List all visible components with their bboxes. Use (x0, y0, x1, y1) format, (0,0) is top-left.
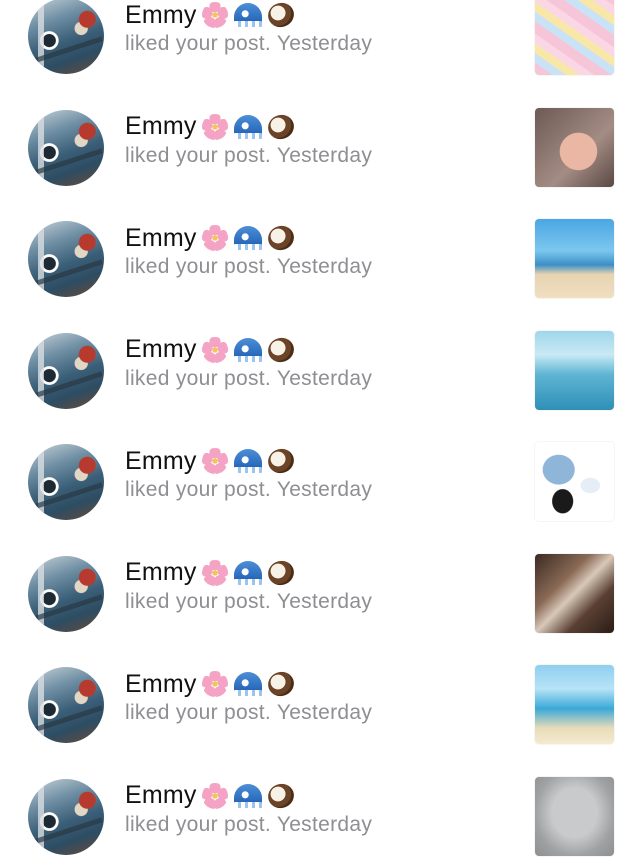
timestamp: Yesterday (277, 813, 372, 836)
avatar[interactable] (28, 556, 104, 632)
flower-icon (200, 558, 230, 588)
notification-row[interactable]: Emmy liked your post. Yesterday (0, 0, 640, 88)
post-thumbnail[interactable] (535, 219, 614, 298)
coconut-icon (266, 669, 296, 699)
timestamp: Yesterday (277, 478, 372, 501)
name-line: Emmy (125, 780, 296, 812)
post-thumbnail[interactable] (535, 554, 614, 633)
post-thumbnail[interactable] (535, 0, 614, 75)
coconut-icon (266, 558, 296, 588)
timestamp: Yesterday (277, 701, 372, 724)
action-text: liked your post. (125, 590, 271, 613)
name-line: Emmy (125, 222, 296, 254)
coconut-icon (266, 112, 296, 142)
name-line: Emmy (125, 557, 296, 589)
flower-icon (200, 446, 230, 476)
name-line: Emmy (125, 0, 296, 31)
action-text: liked your post. (125, 478, 271, 501)
user-name[interactable]: Emmy (125, 224, 197, 253)
avatar[interactable] (28, 333, 104, 409)
notification-text: liked your post. Yesterday (125, 255, 372, 279)
wave-icon (233, 223, 263, 253)
notification-row[interactable]: Emmy liked your post. Yesterday (0, 88, 640, 200)
post-thumbnail[interactable] (535, 665, 614, 744)
notification-row[interactable]: Emmy liked your post. Yesterday (0, 199, 640, 311)
notification-text: liked your post. Yesterday (125, 590, 372, 614)
user-name[interactable]: Emmy (125, 335, 197, 364)
action-text: liked your post. (125, 144, 271, 167)
coconut-icon (266, 223, 296, 253)
notification-row[interactable]: Emmy liked your post. Yesterday (0, 422, 640, 534)
notification-text: liked your post. Yesterday (125, 144, 372, 168)
notification-text: liked your post. Yesterday (125, 32, 372, 56)
flower-icon (200, 112, 230, 142)
flower-icon (200, 335, 230, 365)
avatar[interactable] (28, 221, 104, 297)
avatar[interactable] (28, 444, 104, 520)
coconut-icon (266, 781, 296, 811)
user-name[interactable]: Emmy (125, 781, 197, 810)
user-name[interactable]: Emmy (125, 1, 197, 30)
action-text: liked your post. (125, 813, 271, 836)
avatar[interactable] (28, 779, 104, 855)
flower-icon (200, 669, 230, 699)
name-line: Emmy (125, 334, 296, 366)
flower-icon (200, 781, 230, 811)
wave-icon (233, 558, 263, 588)
flower-icon (200, 0, 230, 30)
user-name[interactable]: Emmy (125, 670, 197, 699)
timestamp: Yesterday (277, 32, 372, 55)
wave-icon (233, 335, 263, 365)
wave-icon (233, 112, 263, 142)
avatar[interactable] (28, 667, 104, 743)
wave-icon (233, 446, 263, 476)
notification-row[interactable]: Emmy liked your post. Yesterday (0, 757, 640, 868)
notification-list: Emmy liked your post. Yesterday Emmy lik… (0, 0, 640, 868)
post-thumbnail[interactable] (535, 108, 614, 187)
action-text: liked your post. (125, 701, 271, 724)
avatar[interactable] (28, 110, 104, 186)
coconut-icon (266, 446, 296, 476)
action-text: liked your post. (125, 255, 271, 278)
wave-icon (233, 669, 263, 699)
name-line: Emmy (125, 445, 296, 477)
coconut-icon (266, 335, 296, 365)
wave-icon (233, 781, 263, 811)
timestamp: Yesterday (277, 144, 372, 167)
notification-row[interactable]: Emmy liked your post. Yesterday (0, 311, 640, 423)
timestamp: Yesterday (277, 590, 372, 613)
post-thumbnail[interactable] (535, 331, 614, 410)
timestamp: Yesterday (277, 255, 372, 278)
notification-row[interactable]: Emmy liked your post. Yesterday (0, 645, 640, 757)
flower-icon (200, 223, 230, 253)
coconut-icon (266, 0, 296, 30)
timestamp: Yesterday (277, 367, 372, 390)
user-name[interactable]: Emmy (125, 447, 197, 476)
post-thumbnail[interactable] (535, 442, 614, 521)
user-name[interactable]: Emmy (125, 558, 197, 587)
name-line: Emmy (125, 111, 296, 143)
notification-text: liked your post. Yesterday (125, 701, 372, 725)
notification-text: liked your post. Yesterday (125, 813, 372, 837)
post-thumbnail[interactable] (535, 777, 614, 856)
action-text: liked your post. (125, 32, 271, 55)
avatar[interactable] (28, 0, 104, 74)
notification-row[interactable]: Emmy liked your post. Yesterday (0, 534, 640, 646)
notification-text: liked your post. Yesterday (125, 367, 372, 391)
wave-icon (233, 0, 263, 30)
notification-text: liked your post. Yesterday (125, 478, 372, 502)
action-text: liked your post. (125, 367, 271, 390)
name-line: Emmy (125, 668, 296, 700)
user-name[interactable]: Emmy (125, 112, 197, 141)
